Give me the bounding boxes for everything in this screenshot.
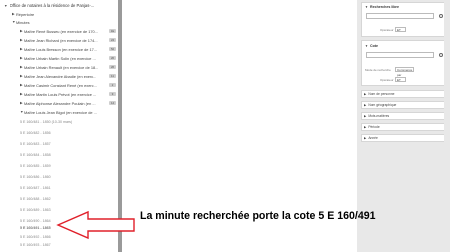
chevron-down-icon[interactable]: ▼ [365, 44, 368, 48]
cote-item-target[interactable]: 5 E 160/491 - 1865 [20, 225, 51, 231]
count-badge: 24 [109, 38, 116, 42]
tree-item-label[interactable]: Maître Louis Jean Bigot (en exercice de … [24, 110, 97, 115]
chevron-right-icon[interactable]: ▶ [364, 103, 366, 107]
chevron-right-icon[interactable]: ▶ [364, 136, 366, 140]
operator-label: Opérateur [380, 28, 394, 32]
tree-item-label[interactable]: Maître Martin Louis Prévot (en exercice … [24, 92, 96, 97]
search-mode-label: Mode de recherche [365, 68, 391, 72]
cote-item[interactable]: 5 E 160/489 - 1863 [20, 207, 51, 213]
tree-item-notary[interactable]: ▶ Maître Casimir Constant René (en exerc… [20, 82, 108, 88]
tree-root-row[interactable]: ▼ Office de notaires à la résidence de P… [4, 2, 110, 9]
cote-box: ▼ Cote Mode de recherche Commence par Op… [361, 40, 446, 86]
tree-item-notary[interactable]: ▶ Maître Urbain Renault (en exercice de … [20, 64, 108, 70]
tree-item-label[interactable]: Maître Alphonse Alexandre Poulain (en ..… [24, 101, 96, 106]
facet-label: Année [368, 136, 378, 140]
tree-root-label[interactable]: Office de notaires à la résidence de Pan… [10, 3, 110, 8]
count-badge: 11 [109, 74, 116, 78]
tree-item-label[interactable]: Maître Jean Alexandre Abadie (en exerc..… [24, 74, 96, 79]
tree-item-label[interactable]: Maître Louis Bresson (en exercice de 17.… [24, 47, 97, 52]
cote-item[interactable]: 5 E 160/483 - 1857 [20, 141, 51, 147]
facet-label: Nom de personne [368, 92, 395, 96]
facet-label: Période [368, 125, 380, 129]
chevron-right-icon[interactable]: ▶ [364, 92, 366, 96]
tree-item-notary[interactable]: ▶ Maître Louis Bresson (en exercice de 1… [20, 46, 108, 52]
operator-select[interactable]: ET [395, 77, 406, 82]
cote-item[interactable]: 5 E 160/492 - 1866 [20, 234, 51, 240]
chevron-right-icon[interactable]: ▶ [364, 114, 366, 118]
free-search-box: ▼ Recherches libre Opérateur ET [361, 2, 446, 37]
count-badge: 14 [109, 101, 116, 105]
count-badge: 1E [109, 29, 116, 33]
cote-item[interactable]: 5 E 160/488 - 1862 [20, 196, 51, 202]
facet-label: Mots-matières [368, 114, 390, 118]
operator-label: Opérateur [380, 78, 394, 82]
tree-item-notary[interactable]: ▶ Maître Jean Richard (en exercice de 17… [20, 37, 108, 43]
count-badge: 20 [109, 56, 116, 60]
chevron-down-icon[interactable]: ▼ [4, 4, 8, 8]
right-scrollbar[interactable] [444, 0, 447, 252]
annotation-text: La minute recherchée porte la cote 5 E 1… [140, 210, 376, 222]
search-mode-select[interactable]: Commence par [395, 67, 414, 77]
cote-item[interactable]: 5 E 160/487 - 1861 [20, 185, 51, 191]
free-search-input[interactable] [366, 13, 434, 19]
tree-panel: ▼ Office de notaires à la résidence de P… [0, 0, 118, 252]
facet-annee[interactable]: ▶ Année [361, 134, 446, 142]
facet-mots-matieres[interactable]: ▶ Mots-matières [361, 112, 446, 120]
tree-item-notary[interactable]: ▶ Maître Jean Alexandre Abadie (en exerc… [20, 73, 108, 79]
count-badge: 26 [109, 65, 116, 69]
section-title: Cote [369, 44, 378, 48]
cote-item[interactable]: 5 E 160/484 - 1858 [20, 152, 51, 158]
tree-item-label[interactable]: Maître Urbain Renault (en exercice de 18… [24, 65, 98, 70]
tree-item-label[interactable]: Répertoire [16, 12, 34, 17]
chevron-down-icon[interactable]: ▼ [365, 5, 368, 9]
facet-label: Nom géographique [368, 103, 397, 107]
operator-select[interactable]: ET [395, 27, 406, 32]
cote-item[interactable]: 5 E 160/486 - 1860 [20, 174, 51, 180]
tree-item-repertoire[interactable]: ▶ Répertoire [12, 11, 34, 17]
count-badge: 2 [109, 83, 116, 87]
count-badge: 52 [109, 47, 116, 51]
refresh-icon[interactable] [439, 14, 443, 18]
section-title: Recherches libre [369, 5, 399, 9]
tree-item-label[interactable]: Maître Casimir Constant René (en exerc..… [24, 83, 97, 88]
tree-item-label[interactable]: Minutes [16, 20, 30, 25]
refresh-icon[interactable] [439, 53, 443, 57]
chevron-right-icon[interactable]: ▶ [364, 125, 366, 129]
tree-item-notary[interactable]: ▶ Maître Urbain Martin Solin (en exercic… [20, 55, 108, 61]
tree-item-label[interactable]: Maître Urbain Martin Solin (en exercice … [24, 56, 96, 61]
count-badge: 9 [109, 92, 116, 96]
tree-item-notary-expanded[interactable]: ▼ Maître Louis Jean Bigot (en exercice d… [20, 109, 108, 115]
cote-item[interactable]: 5 E 160/481 - 1850 (10-30 mars) [20, 119, 72, 125]
panel-scrollbar[interactable] [118, 0, 122, 252]
tree-item-minutes[interactable]: ▼ Minutes [12, 19, 30, 25]
facet-periode[interactable]: ▶ Période [361, 123, 446, 131]
tree-item-notary[interactable]: ▶ Maître Alphonse Alexandre Poulain (en … [20, 100, 108, 106]
facet-nom-geographique[interactable]: ▶ Nom géographique [361, 101, 446, 109]
tree-item-label[interactable]: Maître Jean Richard (en exercice de 174.… [24, 38, 98, 43]
tree-item-notary[interactable]: ▶ Maître Martin Louis Prévot (en exercic… [20, 91, 108, 97]
cote-item[interactable]: 5 E 160/490 - 1864 [20, 218, 51, 224]
cote-item[interactable]: 5 E 160/485 - 1859 [20, 163, 51, 169]
cote-item[interactable]: 5 E 160/493 - 1867 [20, 242, 51, 248]
cote-item[interactable]: 5 E 160/482 - 1856 [20, 130, 51, 136]
cote-header[interactable]: ▼ Cote [365, 44, 378, 48]
facet-nom-personne[interactable]: ▶ Nom de personne [361, 90, 446, 98]
tree-item-label[interactable]: Maître René Busseu (en exercice de 170..… [24, 29, 98, 34]
tree-item-notary[interactable]: ▶ Maître René Busseu (en exercice de 170… [20, 28, 108, 34]
free-search-header[interactable]: ▼ Recherches libre [365, 5, 399, 9]
cote-input[interactable] [366, 52, 434, 58]
